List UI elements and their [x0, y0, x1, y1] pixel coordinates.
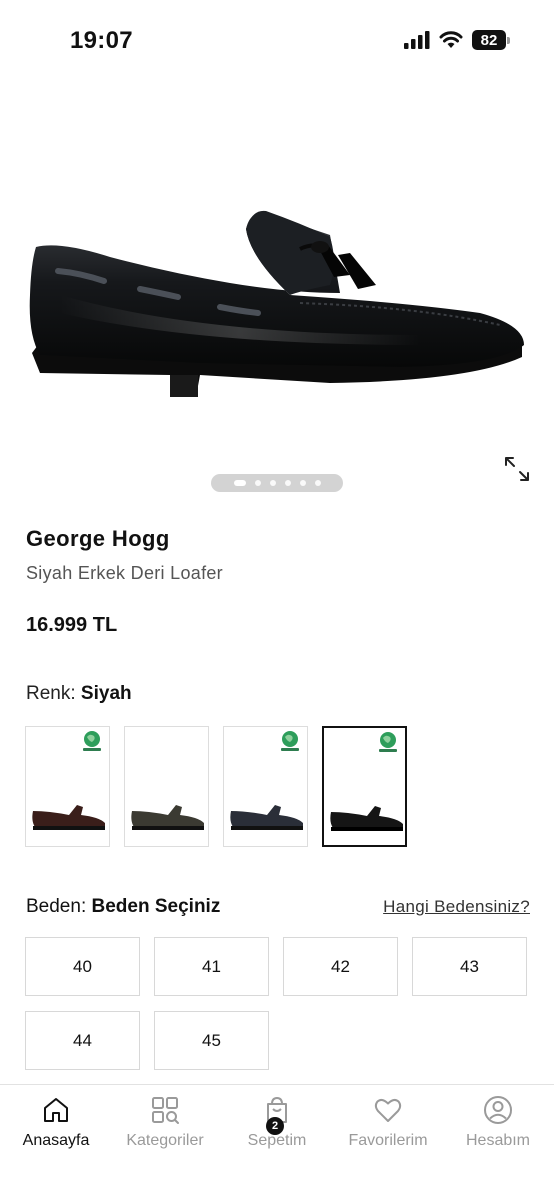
carousel-dot[interactable]	[254, 480, 261, 486]
bottom-navigation: Anasayfa Kategoriler 2 Sepetim Favoriler…	[0, 1084, 554, 1200]
eco-badge-icon	[281, 731, 299, 751]
eco-badge-icon	[83, 731, 101, 751]
eco-badge-icon	[379, 732, 397, 752]
signal-icon	[404, 31, 430, 49]
expand-icon[interactable]	[503, 455, 531, 483]
color-selection-label: Renk: Siyah	[26, 683, 132, 705]
color-label: Renk:	[26, 683, 76, 704]
size-options: 40 41 42 43 44 45	[25, 937, 530, 1070]
nav-item-favorites[interactable]: Favorilerim	[333, 1085, 443, 1150]
nav-item-categories[interactable]: Kategoriler	[110, 1085, 220, 1150]
carousel-dot[interactable]	[269, 480, 276, 486]
nav-label: Hesabım	[465, 1132, 531, 1149]
battery-tip	[507, 36, 510, 44]
size-button-45[interactable]: 45	[154, 1011, 269, 1070]
nav-item-account[interactable]: Hesabım	[443, 1085, 553, 1150]
heart-icon	[374, 1098, 402, 1122]
size-label: Beden:	[26, 896, 87, 917]
status-icons: 82	[404, 30, 510, 50]
color-value: Siyah	[80, 683, 132, 704]
color-swatch-burgundy[interactable]	[25, 726, 110, 847]
product-price: 16.999 TL	[26, 614, 118, 636]
swatch-shoe-image	[131, 805, 204, 830]
nav-label: Kategoriler	[126, 1132, 204, 1149]
swatch-shoe-image	[330, 806, 403, 831]
size-button-41[interactable]: 41	[154, 937, 269, 996]
size-button-44[interactable]: 44	[25, 1011, 140, 1070]
size-button-43[interactable]: 43	[412, 937, 527, 996]
nav-label: Anasayfa	[22, 1132, 90, 1149]
nav-item-cart[interactable]: 2 Sepetim	[222, 1085, 332, 1150]
size-button-40[interactable]: 40	[25, 937, 140, 996]
size-button-42[interactable]: 42	[283, 937, 398, 996]
wifi-icon	[439, 31, 463, 48]
battery-level: 82	[472, 30, 506, 50]
color-swatch-black[interactable]	[322, 726, 407, 847]
battery-indicator: 82	[472, 30, 510, 50]
size-value: Beden Seçiniz	[91, 896, 221, 917]
color-swatch-navy[interactable]	[223, 726, 308, 847]
nav-label: Favorilerim	[348, 1132, 428, 1149]
carousel-dot[interactable]	[233, 480, 246, 486]
categories-icon	[152, 1097, 179, 1124]
carousel-dot[interactable]	[314, 480, 321, 486]
nav-item-home[interactable]: Anasayfa	[1, 1085, 111, 1150]
image-carousel-indicator	[211, 474, 343, 492]
carousel-dot[interactable]	[284, 480, 291, 486]
product-name: Siyah Erkek Deri Loafer	[26, 563, 223, 583]
cart-icon-wrapper: 2	[262, 1095, 292, 1135]
product-image[interactable]	[0, 185, 554, 425]
color-swatches	[25, 726, 407, 847]
size-selection-label: Beden: Beden Seçiniz	[26, 896, 220, 918]
carousel-dot[interactable]	[299, 480, 306, 486]
size-guide-link[interactable]: Hangi Bedensiniz?	[383, 897, 530, 917]
swatch-shoe-image	[32, 805, 106, 830]
user-icon	[484, 1096, 512, 1124]
cart-count-badge: 2	[266, 1117, 284, 1135]
status-bar: 19:07 82	[0, 0, 554, 80]
home-icon	[44, 1098, 68, 1122]
color-swatch-olive[interactable]	[124, 726, 209, 847]
product-brand[interactable]: George Hogg	[26, 526, 170, 552]
swatch-shoe-image	[230, 805, 303, 830]
status-time: 19:07	[70, 27, 133, 54]
